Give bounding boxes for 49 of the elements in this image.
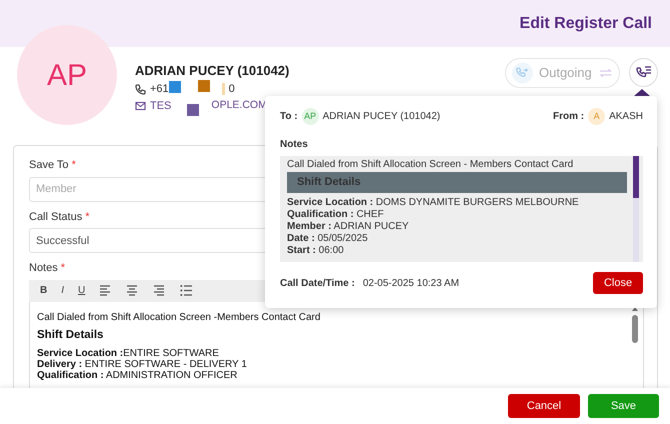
detail-line: Delivery : ENTIRE SOFTWARE - DELIVERY 1 bbox=[37, 359, 248, 370]
bold-button[interactable]: B bbox=[37, 286, 50, 296]
detail-line: Date : 05/05/2025 bbox=[287, 233, 369, 246]
scrollbar bbox=[631, 306, 639, 346]
italic-button[interactable]: I bbox=[58, 286, 68, 296]
required-mark: * bbox=[72, 159, 76, 171]
caller-name: AKASH bbox=[609, 110, 643, 124]
detail-line: Service Location : DOMS DYNAMITE BURGERS MELBOURNE bbox=[287, 197, 580, 210]
field-label: Call Status bbox=[29, 210, 82, 222]
phone-number: +61 bbox=[150, 82, 169, 97]
to-label: To : bbox=[280, 110, 298, 124]
underline-button[interactable]: U bbox=[75, 286, 88, 296]
save-button[interactable]: Save bbox=[588, 394, 659, 418]
note-text: Call Dialed from Shift Allocation Screen -Members Contact Card bbox=[37, 312, 322, 322]
phone-icon bbox=[135, 84, 146, 94]
swap-icon bbox=[598, 67, 613, 79]
detail-line: Qualification : CHEF bbox=[287, 209, 385, 222]
align-center-icon bbox=[126, 284, 140, 297]
call-log-button[interactable] bbox=[629, 58, 658, 87]
contact-name: ADRIAN PUCEY (101042) bbox=[135, 62, 290, 80]
mail-icon bbox=[135, 101, 146, 111]
datetime-value: 02-05-2025 10:23 AM bbox=[362, 276, 460, 290]
phone-icon bbox=[512, 62, 533, 84]
note-text: Call Dialed from Shift Allocation Screen - Members Contact Card bbox=[287, 159, 574, 171]
detail-line: Qualification : ADMINISTRATION OFFICER bbox=[37, 370, 238, 382]
align-right-icon bbox=[153, 284, 166, 297]
close-button[interactable]: Close bbox=[593, 272, 643, 294]
avatar: A bbox=[588, 108, 606, 125]
field-label: Save To bbox=[29, 159, 69, 171]
detail-line: Member : ADRIAN PUCEY bbox=[287, 221, 410, 234]
note-heading: Shift Details bbox=[287, 172, 627, 194]
align-left-icon bbox=[99, 284, 112, 297]
from-label: From : bbox=[552, 110, 584, 124]
cancel-button[interactable]: Cancel bbox=[508, 394, 580, 418]
notes-label: Notes bbox=[280, 138, 309, 152]
datetime-label: Call Date/Time : bbox=[280, 276, 355, 290]
detail-line: Service Location :ENTIRE SOFTWARE bbox=[37, 348, 220, 360]
field-label: Notes bbox=[29, 262, 58, 274]
list-icon bbox=[180, 284, 194, 297]
email-address: TES bbox=[150, 98, 172, 114]
recipient-name: ADRIAN PUCEY (101042) bbox=[322, 110, 440, 124]
required-mark: * bbox=[85, 210, 90, 222]
detail-line: Start : 06:00 bbox=[287, 245, 345, 258]
avatar: AP bbox=[17, 25, 117, 125]
note-heading: Shift Details bbox=[37, 328, 104, 342]
page-title: Edit Register Call bbox=[520, 15, 652, 32]
phone-number: 0 bbox=[228, 82, 235, 97]
avatar: AP bbox=[302, 108, 319, 125]
required-mark: * bbox=[60, 262, 66, 274]
